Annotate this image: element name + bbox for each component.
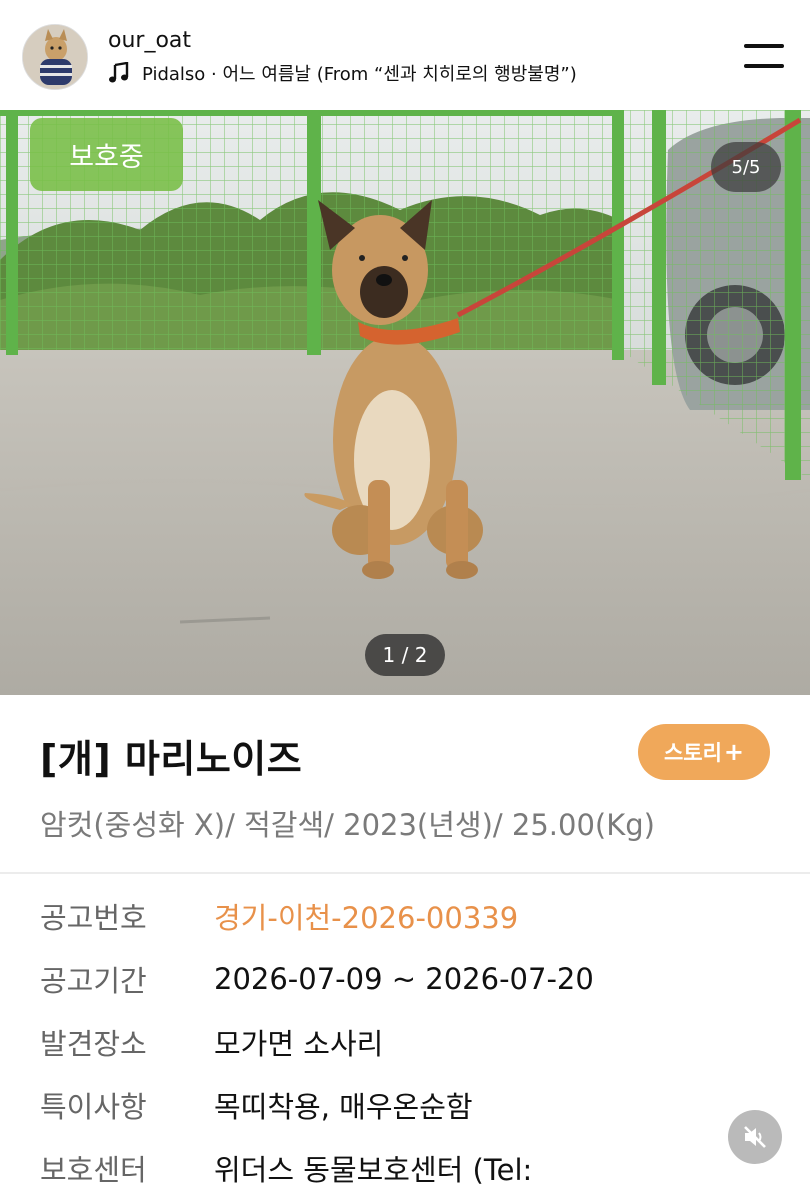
username[interactable]: our_oat	[108, 28, 191, 53]
speaker-icon	[744, 1126, 766, 1148]
detail-row-found-location: 발견장소 모가면 소사리	[40, 1017, 383, 1067]
music-note-icon	[109, 62, 129, 83]
post-photo[interactable]: 보호중 5/5 1 / 2	[0, 110, 810, 695]
detail-label: 특이사항	[40, 1090, 147, 1124]
detail-value: 2026-07-09 ~ 2026-07-20	[214, 962, 594, 996]
divider	[0, 872, 810, 874]
detail-value: 위더스 동물보호센터 (Tel:	[214, 1153, 533, 1187]
music-title: Pidalso · 어느 여름날 (From “센과 치히로의 행방불명”)	[142, 64, 577, 85]
music-info[interactable]: Pidalso · 어느 여름날 (From “센과 치히로의 행방불명”)	[108, 60, 577, 86]
detail-label: 공고번호	[40, 901, 147, 935]
detail-label: 보호센터	[40, 1153, 147, 1187]
detail-value: 목띠착용, 매우온순함	[214, 1090, 473, 1124]
detail-value: 경기-이천-2026-00339	[214, 901, 519, 935]
detail-row-special-notes: 특이사항 목띠착용, 매우온순함	[40, 1080, 473, 1130]
story-button-label: 스토리	[663, 741, 722, 765]
detail-label: 발견장소	[40, 1027, 147, 1061]
status-badge: 보호중	[30, 118, 183, 191]
detail-row-notice-period: 공고기간 2026-07-09 ~ 2026-07-20	[40, 954, 594, 1004]
avatar-dog-image	[23, 25, 87, 89]
speaker-muted-icon[interactable]	[728, 1110, 782, 1164]
avatar[interactable]	[22, 24, 88, 90]
detail-label: 공고기간	[40, 964, 147, 998]
menu-icon[interactable]	[740, 42, 786, 72]
carousel-counter: 5/5	[711, 142, 781, 192]
post-header: our_oat Pidalso · 어느 여름날 (From “센과 치히로의 …	[0, 0, 810, 110]
detail-row-notice-number: 공고번호 경기-이천-2026-00339	[40, 891, 518, 941]
animal-title: [개] 마리노이즈	[40, 737, 303, 781]
dog-photo	[0, 110, 810, 695]
detail-row-shelter: 보호센터 위더스 동물보호센터 (Tel:	[40, 1143, 532, 1193]
detail-value: 모가면 소사리	[214, 1027, 384, 1061]
animal-summary: 암컷(중성화 X)/ 적갈색/ 2023(년생)/ 25.00(Kg)	[40, 808, 655, 842]
story-button[interactable]: 스토리 +	[638, 724, 770, 780]
plus-icon: +	[723, 738, 745, 766]
image-counter: 1 / 2	[365, 634, 445, 676]
